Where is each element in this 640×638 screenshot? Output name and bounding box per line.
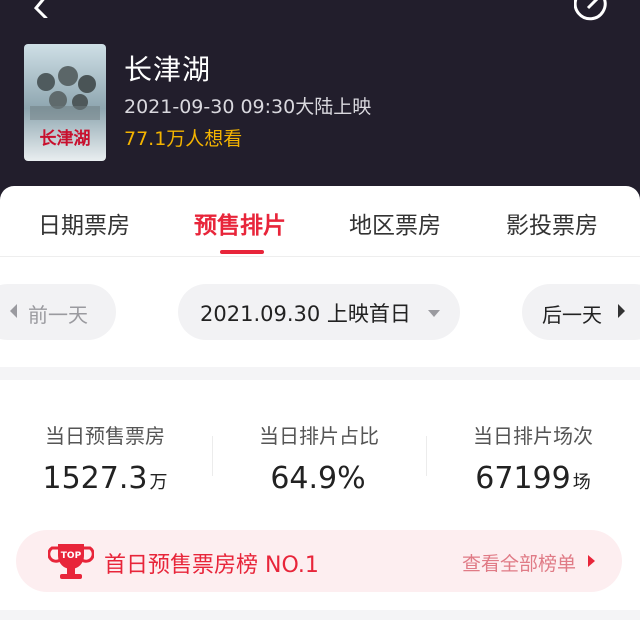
- stat-label: 当日排片占比: [259, 424, 379, 448]
- stat-label: 当日排片场次: [473, 424, 593, 448]
- tab-daily-box-office[interactable]: 日期票房: [38, 206, 130, 240]
- next-day-label: 后一天: [542, 303, 602, 327]
- stat-label: 当日预售票房: [45, 424, 165, 448]
- stat-presale-box-office: 当日预售票房 1527.3 万: [0, 420, 210, 496]
- share-icon[interactable]: [574, 0, 612, 22]
- movie-title: 长津湖: [124, 53, 212, 86]
- stats-card: 当日预售票房 1527.3 万 当日排片占比 64.9% 当日排片场次 67199…: [0, 380, 640, 610]
- arrow-right-icon: [588, 555, 595, 567]
- movie-poster[interactable]: 长津湖: [24, 44, 106, 161]
- tab-region-box-office[interactable]: 地区票房: [349, 206, 441, 240]
- back-icon[interactable]: [30, 0, 54, 18]
- arrow-left-icon: [10, 304, 17, 318]
- caret-down-icon: [428, 310, 440, 317]
- tab-investor-box-office[interactable]: 影投票房: [506, 206, 598, 240]
- view-all-rankings-link[interactable]: 查看全部榜单: [462, 549, 576, 576]
- active-tab-indicator: [220, 250, 264, 254]
- date-selector-bar: 前一天 2021.09.30 上映首日 后一天: [0, 257, 640, 367]
- trophy-icon: TOP: [48, 544, 94, 579]
- date-label: 2021.09.30 上映首日: [200, 302, 411, 326]
- arrow-right-icon: [618, 304, 625, 318]
- divider: [426, 436, 427, 476]
- release-info: 2021-09-30 09:30大陆上映: [124, 96, 372, 118]
- tab-presale-schedule[interactable]: 预售排片: [194, 206, 286, 240]
- stat-screenings: 当日排片场次 67199 场: [428, 420, 638, 496]
- stat-value: 64.9%: [270, 461, 366, 496]
- date-dropdown[interactable]: 2021.09.30 上映首日: [178, 284, 460, 340]
- ranking-text: 首日预售票房榜 NO.1: [104, 553, 319, 578]
- next-day-button[interactable]: 后一天: [522, 284, 640, 340]
- tab-bar: 日期票房 预售排片 地区票房 影投票房: [0, 186, 640, 257]
- previous-day-button[interactable]: 前一天: [0, 284, 116, 340]
- divider: [212, 436, 213, 476]
- stat-schedule-share: 当日排片占比 64.9%: [214, 420, 424, 496]
- stat-value: 1527.3 万: [42, 461, 168, 496]
- movie-header: 长津湖 长津湖 2021-09-30 09:30大陆上映 77.1万人想看: [0, 0, 640, 200]
- poster-title: 长津湖: [40, 128, 91, 149]
- top-badge-text: TOP: [61, 551, 82, 561]
- stat-value: 67199 场: [475, 461, 591, 496]
- ranking-banner[interactable]: TOP 首日预售票房榜 NO.1 查看全部榜单: [16, 530, 622, 592]
- next-card-edge: [0, 620, 640, 638]
- want-to-see-count: 77.1万人想看: [124, 128, 243, 150]
- previous-day-label: 前一天: [28, 303, 88, 327]
